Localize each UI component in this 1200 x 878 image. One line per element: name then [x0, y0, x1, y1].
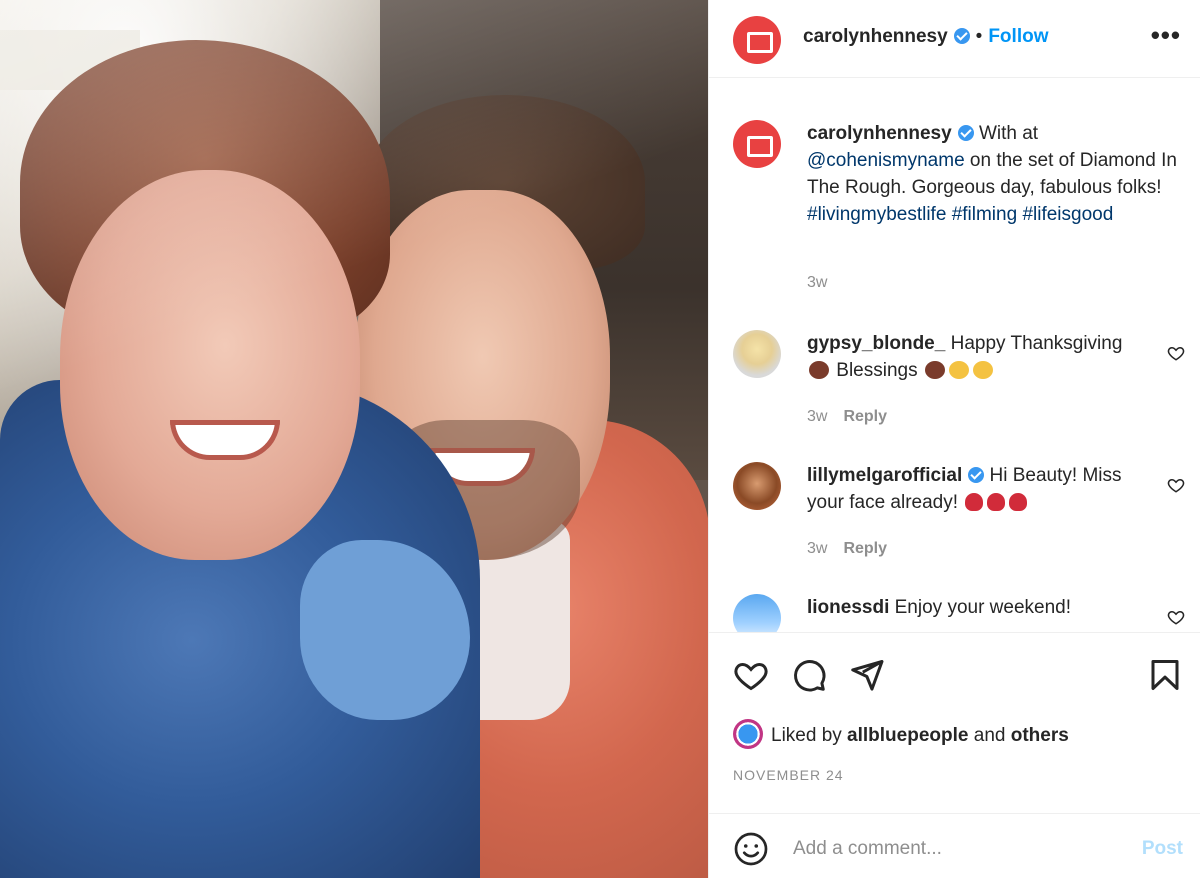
post-comment-button[interactable]: Post	[1142, 838, 1183, 860]
heart-emoji-icon	[809, 361, 829, 379]
header-username[interactable]: carolynhennesy	[803, 26, 948, 47]
verified-badge-icon	[968, 467, 985, 483]
like-comment-heart-icon[interactable]	[1167, 344, 1185, 362]
heart-emoji-icon	[924, 361, 945, 379]
lips-emoji-icon	[987, 493, 1006, 511]
caption-username[interactable]: carolynhennesy	[807, 123, 952, 144]
post-date[interactable]: NOVEMBER 24	[733, 767, 844, 783]
liker-username[interactable]: allbluepeople	[847, 725, 968, 746]
light-flare	[0, 0, 708, 878]
more-options-icon[interactable]: •••	[1151, 22, 1181, 48]
post-side-panel: carolynhennesy • Follow ••• carolynhennesy…	[708, 0, 1200, 878]
likes-mid: and	[968, 725, 1011, 746]
verified-badge-icon	[957, 125, 974, 141]
header-line: carolynhennesy • Follow	[803, 26, 1048, 48]
pray-emoji-icon	[948, 361, 969, 379]
comment-body: Enjoy your weekend!	[889, 597, 1072, 618]
comment-meta: 3w Reply	[807, 540, 887, 558]
emoji-smiley-icon[interactable]	[733, 831, 769, 867]
mention-link[interactable]: @cohenismyname	[807, 150, 965, 171]
save-bookmark-icon[interactable]	[1147, 657, 1183, 693]
reply-button[interactable]: Reply	[843, 540, 887, 557]
post-photo[interactable]	[0, 0, 708, 878]
red-logo-icon[interactable]	[733, 16, 781, 64]
hashtag-link[interactable]: #lifeisgood	[1022, 204, 1113, 225]
like-heart-icon[interactable]	[733, 657, 769, 693]
commenter-avatar[interactable]	[733, 330, 781, 378]
comment-text: lionessdi Enjoy your weekend!	[807, 594, 1147, 621]
comment-username[interactable]: lionessdi	[807, 597, 889, 618]
likes-summary: Liked by allbluepeople and others	[733, 719, 1069, 749]
comment-username[interactable]: lillymelgarofficial	[807, 465, 962, 486]
likes-others-link[interactable]: others	[1011, 725, 1069, 746]
share-paper-plane-icon[interactable]	[849, 657, 885, 693]
comment-bubble-icon[interactable]	[791, 657, 827, 693]
add-comment-bar: Post	[709, 813, 1200, 878]
caption-avatar-icon[interactable]	[733, 120, 781, 168]
comment-body: Happy Thanksgiving	[945, 333, 1123, 354]
lips-emoji-icon	[965, 493, 984, 511]
add-comment-input[interactable]	[793, 834, 1113, 864]
comment-text: gypsy_blonde_ Happy Thanksgiving Blessin…	[807, 330, 1147, 384]
caption-time[interactable]: 3w	[807, 274, 827, 292]
comment-time[interactable]: 3w	[807, 408, 827, 425]
caption-text-part: With at	[973, 123, 1039, 144]
commenter-avatar[interactable]	[733, 462, 781, 510]
follow-button[interactable]: Follow	[988, 26, 1048, 47]
liker-avatar-icon[interactable]	[733, 719, 763, 749]
comment-time[interactable]: 3w	[807, 540, 827, 557]
reply-button[interactable]: Reply	[843, 408, 887, 425]
caption-text: carolynhennesy With at @cohenismyname on…	[807, 120, 1179, 228]
hashtag-link[interactable]: #livingmybestlife	[807, 204, 946, 225]
comment-text: lillymelgarofficial Hi Beauty! Miss your…	[807, 462, 1147, 516]
separator-dot: •	[975, 26, 983, 47]
comment-meta: 3w Reply	[807, 408, 887, 426]
comment-body: Blessings	[831, 360, 923, 381]
face-emoji-icon	[972, 361, 993, 379]
post-header: carolynhennesy • Follow •••	[709, 0, 1200, 78]
like-comment-heart-icon[interactable]	[1167, 476, 1185, 494]
hashtag-link[interactable]: #filming	[952, 204, 1017, 225]
lips-emoji-icon	[1009, 493, 1028, 511]
likes-prefix: Liked by	[771, 725, 848, 746]
comments-list[interactable]: carolynhennesy With at @cohenismyname on…	[709, 78, 1200, 632]
comment-username[interactable]: gypsy_blonde_	[807, 333, 945, 354]
post-actions: Liked by allbluepeople and others NOVEMB…	[709, 632, 1200, 878]
like-comment-heart-icon[interactable]	[1167, 608, 1185, 626]
commenter-avatar[interactable]	[733, 594, 781, 632]
verified-badge-icon	[953, 28, 970, 44]
